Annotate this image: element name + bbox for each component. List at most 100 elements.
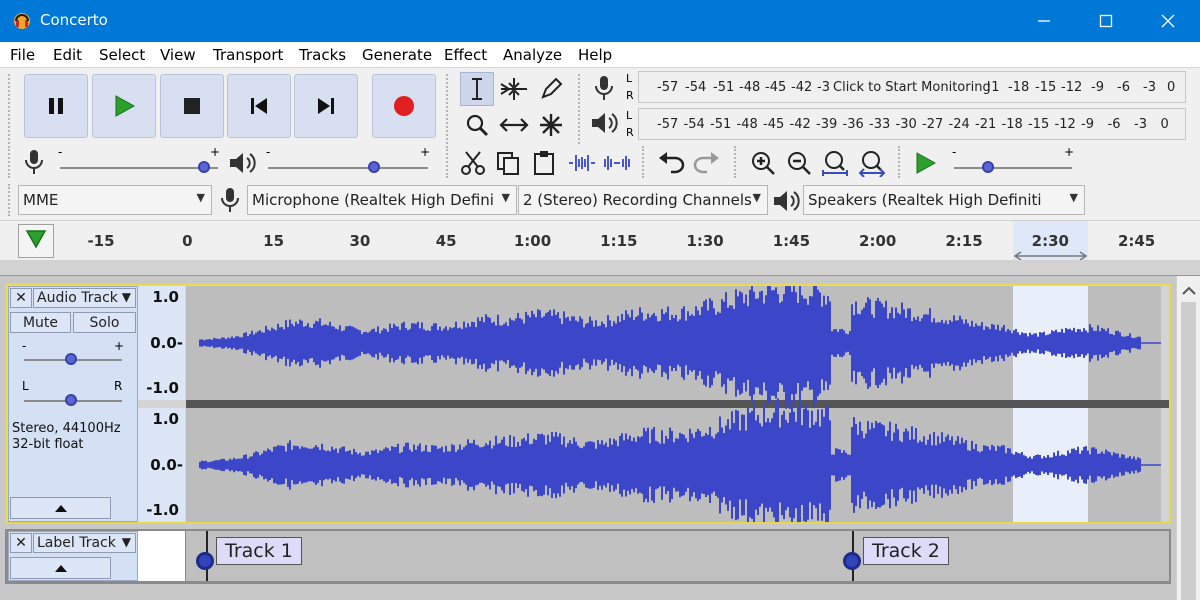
close-track-button[interactable]: ✕: [10, 288, 32, 308]
timeline-bottom-strip: [0, 260, 1200, 276]
vertical-ruler-left-channel[interactable]: 1.0 0.0- -1.0: [138, 286, 185, 400]
label-track-2[interactable]: Track 2: [863, 537, 949, 565]
fit-project-button[interactable]: [855, 146, 889, 180]
trim-button[interactable]: [565, 146, 599, 180]
toolbar-grip[interactable]: [8, 184, 13, 216]
toolbar-grip[interactable]: [898, 146, 903, 178]
monitoring-prompt[interactable]: Click to Start Monitoring: [833, 80, 991, 95]
maximize-button[interactable]: [1078, 0, 1134, 42]
skip-end-icon: [318, 98, 334, 114]
gain-slider-knob[interactable]: [65, 353, 77, 365]
timeline-tick-label: 2:30: [1031, 232, 1069, 250]
play-button[interactable]: [92, 74, 156, 138]
zoom-in-button[interactable]: [746, 146, 780, 180]
playback-meter-icon[interactable]: [590, 110, 618, 138]
menu-analyze[interactable]: Analyze: [503, 46, 562, 64]
menu-effect[interactable]: Effect: [444, 46, 487, 64]
menu-transport[interactable]: Transport: [213, 46, 283, 64]
solo-button[interactable]: Solo: [73, 312, 136, 333]
multi-tool-button[interactable]: [534, 108, 568, 142]
audio-host-select[interactable]: MME ▼: [18, 185, 212, 215]
timeline-ruler[interactable]: -15 0 15 30 45 1:00 1:15 1:30 1:45 2:00 2:15 2:30 2:…: [0, 220, 1200, 261]
playback-volume-knob[interactable]: [368, 161, 380, 173]
recording-device-value: Microphone (Realtek High Defini: [252, 191, 494, 209]
playback-meter[interactable]: -57 -54 -51 -48 -45 -42 -39 -36 -33 -30 -27 -24 -21-…: [638, 108, 1186, 140]
record-button[interactable]: [372, 74, 436, 138]
audio-track-menu-button[interactable]: Audio Track ▼: [33, 288, 136, 308]
silence-button[interactable]: [600, 146, 634, 180]
skip-to-end-button[interactable]: [294, 74, 358, 138]
pinned-play-head-button[interactable]: [18, 224, 54, 258]
zoom-out-button[interactable]: [782, 146, 816, 180]
toolbar-grip[interactable]: [446, 146, 451, 178]
selection-tool-button[interactable]: [460, 72, 494, 106]
record-icon: [394, 96, 414, 116]
toolbar-grip[interactable]: [8, 146, 13, 178]
timeline-tick-label: 0: [182, 232, 193, 250]
ruler-value: 1.0: [152, 410, 179, 428]
record-meter[interactable]: -57 -54 -51 -48 -45 -42 -3 Click to Star…: [638, 71, 1186, 103]
minimize-button[interactable]: [1016, 0, 1072, 42]
copy-button[interactable]: [491, 146, 525, 180]
pause-button[interactable]: [24, 74, 88, 138]
redo-button[interactable]: [690, 146, 724, 180]
title-bar: Concerto: [0, 0, 1200, 42]
chevron-down-icon: ▼: [1069, 191, 1078, 204]
scroll-up-icon[interactable]: [1182, 285, 1196, 295]
playback-volume-slider[interactable]: [268, 167, 428, 169]
skip-start-icon: [251, 98, 267, 114]
playback-speed-knob[interactable]: [982, 161, 994, 173]
undo-button[interactable]: [654, 146, 688, 180]
recording-device-select[interactable]: Microphone (Realtek High Defini ▼: [247, 185, 517, 215]
recording-channels-select[interactable]: 2 (Stereo) Recording Channels ▼: [518, 185, 768, 215]
skip-to-start-button[interactable]: [227, 74, 291, 138]
toolbar-grip[interactable]: [8, 74, 13, 144]
vertical-ruler-right-channel[interactable]: 1.0 0.0- -1.0: [138, 408, 185, 522]
ruler-value: -1.0: [146, 501, 179, 519]
speaker-volume-icon: [228, 150, 256, 178]
envelope-tool-button[interactable]: [497, 72, 531, 106]
zoom-tool-button[interactable]: [460, 108, 494, 142]
menu-edit[interactable]: Edit: [53, 46, 82, 64]
toolbar-grip[interactable]: [642, 146, 647, 178]
menu-tracks[interactable]: Tracks: [299, 46, 346, 64]
label-handle-track-1[interactable]: [196, 552, 214, 570]
mute-button[interactable]: Mute: [10, 312, 71, 333]
menu-file[interactable]: File: [10, 46, 35, 64]
toolbar-grip[interactable]: [578, 74, 583, 144]
label-track-canvas[interactable]: [186, 531, 1169, 581]
menu-select[interactable]: Select: [99, 46, 145, 64]
gain-minus-label: -: [22, 339, 27, 353]
vertical-scrollbar[interactable]: [1176, 276, 1200, 600]
waveform-display: [199, 286, 1161, 522]
timeline-tick-label: -15: [87, 232, 115, 250]
recording-volume-slider[interactable]: [60, 167, 218, 169]
playback-device-select[interactable]: Speakers (Realtek High Definiti ▼: [803, 185, 1085, 215]
recording-volume-knob[interactable]: [198, 161, 210, 173]
draw-tool-button[interactable]: [534, 72, 568, 106]
playback-meter-left-label: L: [626, 109, 633, 122]
play-at-speed-button[interactable]: [908, 146, 942, 180]
menu-help[interactable]: Help: [578, 46, 612, 64]
menu-generate[interactable]: Generate: [362, 46, 432, 64]
playback-speed-slider[interactable]: [954, 167, 1072, 169]
scrollbar-thumb[interactable]: [1181, 302, 1196, 600]
paste-button[interactable]: [527, 146, 561, 180]
label-track-1[interactable]: Track 1: [216, 537, 302, 565]
close-label-track-button[interactable]: ✕: [10, 533, 32, 553]
pan-slider-knob[interactable]: [65, 394, 77, 406]
time-shift-tool-button[interactable]: [497, 108, 531, 142]
stop-button[interactable]: [160, 74, 224, 138]
fit-selection-button[interactable]: [818, 146, 852, 180]
label-track-menu-button[interactable]: Label Track ▼: [33, 533, 136, 553]
collapse-track-button[interactable]: [10, 497, 111, 519]
close-window-button[interactable]: [1140, 0, 1196, 42]
meter-tick: -27: [922, 117, 944, 132]
toolbar-grip[interactable]: [734, 146, 739, 178]
menu-view[interactable]: View: [160, 46, 196, 64]
record-meter-icon[interactable]: [592, 74, 618, 104]
cut-button[interactable]: [456, 146, 490, 180]
collapse-label-track-button[interactable]: [10, 557, 111, 579]
label-handle-track-2[interactable]: [843, 552, 861, 570]
toolbar-grip[interactable]: [446, 74, 451, 144]
